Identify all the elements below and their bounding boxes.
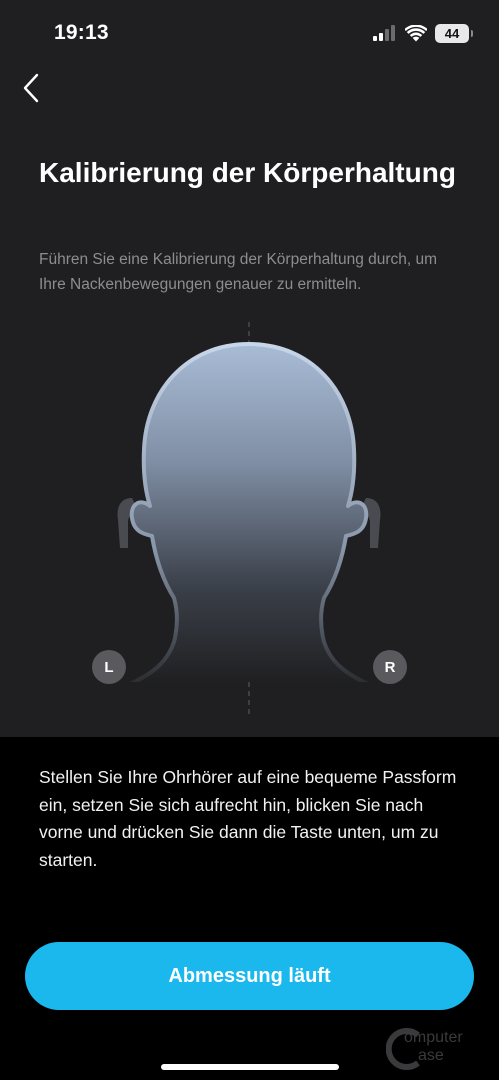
right-ear-label: R	[373, 650, 407, 684]
left-ear-label: L	[92, 650, 126, 684]
status-bar: 19:13 44	[0, 0, 499, 66]
wifi-icon	[405, 24, 427, 41]
computerbase-watermark: omputer ase	[386, 1025, 496, 1077]
status-icons: 44	[373, 22, 473, 44]
status-time: 19:13	[54, 21, 109, 44]
chevron-left-icon	[23, 73, 39, 103]
instructions-text: Stellen Sie Ihre Ohrhörer auf eine beque…	[39, 767, 457, 870]
home-indicator[interactable]	[161, 1064, 339, 1070]
battery-icon: 44	[435, 23, 473, 43]
page-title: Kalibrierung der Körperhaltung	[39, 157, 456, 188]
watermark-line2: ase	[418, 1047, 444, 1064]
measurement-button[interactable]: Abmessung läuft	[25, 942, 474, 1010]
page-subtitle: Führen Sie eine Kalibrierung der Körperh…	[39, 251, 438, 293]
watermark-line1: omputer	[404, 1029, 463, 1046]
head-illustration	[0, 322, 499, 716]
back-button[interactable]	[14, 70, 48, 106]
head-outline	[128, 342, 370, 686]
signal-icon	[373, 25, 395, 41]
